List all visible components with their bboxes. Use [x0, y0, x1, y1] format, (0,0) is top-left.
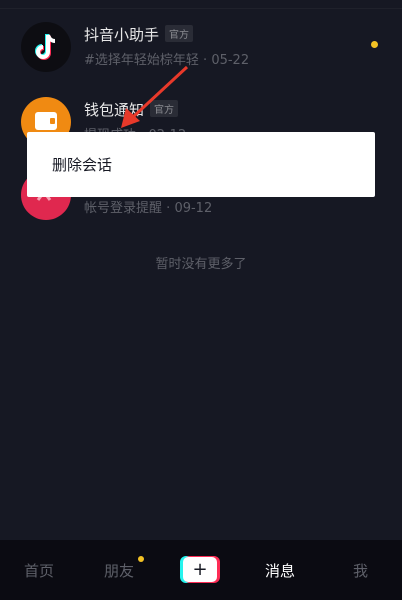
bottom-tab-bar: 首页 朋友 + 消息 我: [0, 540, 402, 600]
conversation-preview: 帐号登录提醒 · 09-12: [84, 201, 213, 216]
conversation-title: 钱包通知 官方: [84, 99, 179, 120]
official-badge: 官方: [165, 25, 194, 42]
avatar: [21, 22, 71, 72]
tab-friends[interactable]: 朋友: [104, 560, 134, 581]
context-menu: 删除会话: [27, 132, 375, 197]
list-end-text: 暂时没有更多了: [155, 257, 247, 272]
notification-dot: [138, 556, 144, 562]
conversation-preview: #选择年轻始棕年轻 · 05-22: [84, 53, 250, 68]
plus-icon: +: [192, 559, 208, 580]
tab-me[interactable]: 我: [353, 560, 368, 581]
delete-conversation-button[interactable]: 删除会话: [52, 154, 112, 175]
tab-messages[interactable]: 消息: [265, 560, 295, 581]
conversation-title: 抖音小助手 官方: [84, 24, 194, 45]
official-badge: 官方: [150, 100, 179, 117]
conversation-list: 抖音小助手官方 #选择年轻始棕年轻 · 05-22 钱包通知官方 提现成功 · …: [0, 0, 402, 540]
create-button[interactable]: +: [180, 556, 220, 583]
conversation-item-assistant[interactable]: 抖音小助手 官方 #选择年轻始棕年轻 · 05-22: [0, 0, 402, 75]
unread-dot: [371, 41, 378, 48]
tiktok-logo-icon: [35, 34, 56, 60]
tab-home[interactable]: 首页: [24, 560, 54, 581]
wallet-icon: [35, 112, 57, 130]
